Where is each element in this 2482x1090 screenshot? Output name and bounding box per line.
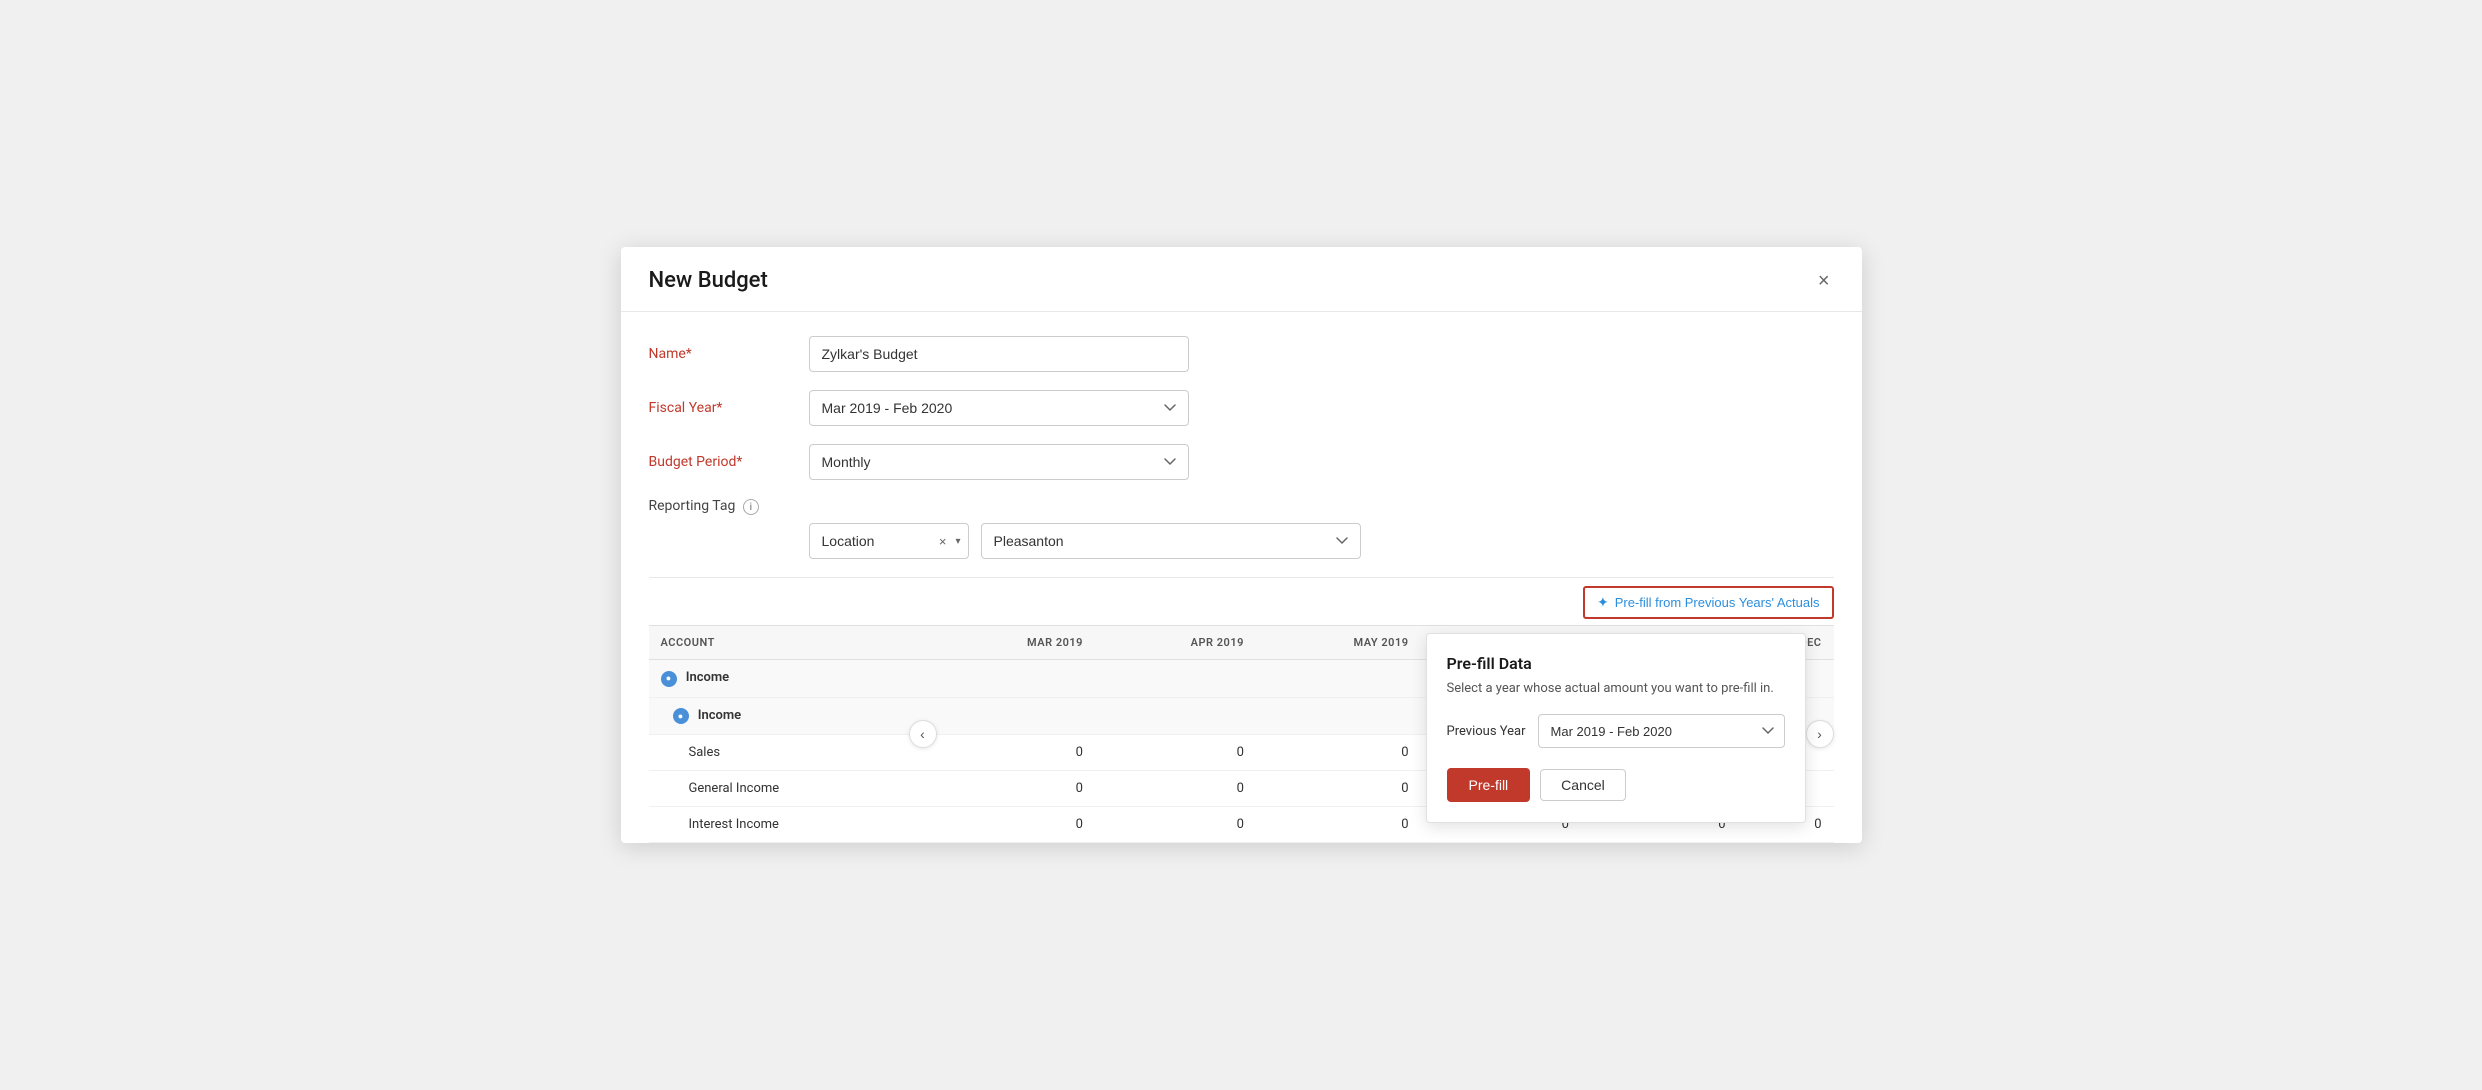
account-cell: Interest Income	[649, 807, 929, 843]
account-cell: ● Income	[649, 697, 929, 735]
cancel-button[interactable]: Cancel	[1540, 769, 1626, 801]
reporting-tag-selects: Location Department Project × ▾ Pleasant…	[809, 523, 1834, 559]
location-tag-wrap: Location Department Project × ▾	[809, 523, 969, 559]
may2019-header: MAY 2019	[1256, 626, 1421, 660]
previous-year-label: Previous Year	[1447, 724, 1526, 739]
name-input[interactable]	[809, 336, 1189, 372]
name-label: Name*	[649, 346, 809, 362]
fiscal-year-select[interactable]: Mar 2019 - Feb 2020 Mar 2018 - Feb 2019	[809, 390, 1189, 426]
prefill-button[interactable]: Pre-fill	[1447, 768, 1531, 802]
interest-mar[interactable]: 0	[929, 807, 1095, 843]
sales-apr[interactable]: 0	[1095, 735, 1256, 771]
general-mar[interactable]: 0	[929, 771, 1095, 807]
apr2019-header: APR 2019	[1095, 626, 1256, 660]
new-budget-modal: New Budget × Name* Fiscal Year* Mar 2019…	[621, 247, 1862, 844]
budget-period-select[interactable]: Monthly Quarterly Annually	[809, 444, 1189, 480]
prefill-popover-description: Select a year whose actual amount you wa…	[1447, 681, 1785, 696]
account-cell: Sales	[649, 735, 929, 771]
fiscal-year-label: Fiscal Year*	[649, 400, 809, 416]
budget-period-label: Budget Period*	[649, 454, 809, 470]
fiscal-year-row: Fiscal Year* Mar 2019 - Feb 2020 Mar 201…	[649, 390, 1834, 426]
prefill-actions: Pre-fill Cancel	[1447, 768, 1785, 802]
interest-may[interactable]: 0	[1256, 807, 1421, 843]
account-cell: General Income	[649, 771, 929, 807]
mar2019-header: MAR 2019	[929, 626, 1095, 660]
general-may[interactable]: 0	[1256, 771, 1421, 807]
account-header: ACCOUNT	[649, 626, 929, 660]
interest-apr[interactable]: 0	[1095, 807, 1256, 843]
prefill-year-select[interactable]: Mar 2019 - Feb 2020 Mar 2018 - Feb 2019	[1538, 714, 1785, 748]
income-bullet: ●	[661, 671, 677, 687]
prefill-link-button[interactable]: ✦ Pre-fill from Previous Years' Actuals	[1583, 586, 1834, 619]
modal-header: New Budget ×	[621, 247, 1862, 312]
sales-may[interactable]: 0	[1256, 735, 1421, 771]
prefill-popover-year-row: Previous Year Mar 2019 - Feb 2020 Mar 20…	[1447, 714, 1785, 748]
account-cell: ● Income	[649, 660, 929, 698]
modal-title: New Budget	[649, 268, 768, 293]
nav-right-button[interactable]: ›	[1806, 720, 1834, 748]
modal-body: Name* Fiscal Year* Mar 2019 - Feb 2020 M…	[621, 312, 1862, 844]
right-arrow-icon: ›	[1817, 726, 1822, 742]
reporting-tag-label: Reporting Tag i	[649, 498, 809, 516]
info-icon: i	[743, 499, 759, 515]
name-row: Name*	[649, 336, 1834, 372]
budget-period-row: Budget Period* Monthly Quarterly Annuall…	[649, 444, 1834, 480]
reporting-tag-row: Reporting Tag i	[649, 498, 1834, 516]
income-sub-bullet: ●	[673, 708, 689, 724]
close-button[interactable]: ×	[1814, 267, 1834, 295]
budget-table-wrapper: ACCOUNT MAR 2019 APR 2019 MAY 2019 JUN 2…	[649, 625, 1834, 843]
location-clear-button[interactable]: ×	[939, 534, 947, 549]
wand-icon: ✦	[1597, 594, 1609, 611]
sales-mar[interactable]: 0	[929, 735, 1095, 771]
nav-left-button[interactable]: ‹	[909, 720, 937, 748]
prefill-bar: ✦ Pre-fill from Previous Years' Actuals	[649, 577, 1834, 625]
pleasanton-select[interactable]: Pleasanton San Jose San Francisco	[981, 523, 1361, 559]
left-arrow-icon: ‹	[920, 726, 925, 742]
prefill-popover-title: Pre-fill Data	[1447, 654, 1785, 673]
prefill-popover: Pre-fill Data Select a year whose actual…	[1426, 633, 1806, 823]
general-apr[interactable]: 0	[1095, 771, 1256, 807]
